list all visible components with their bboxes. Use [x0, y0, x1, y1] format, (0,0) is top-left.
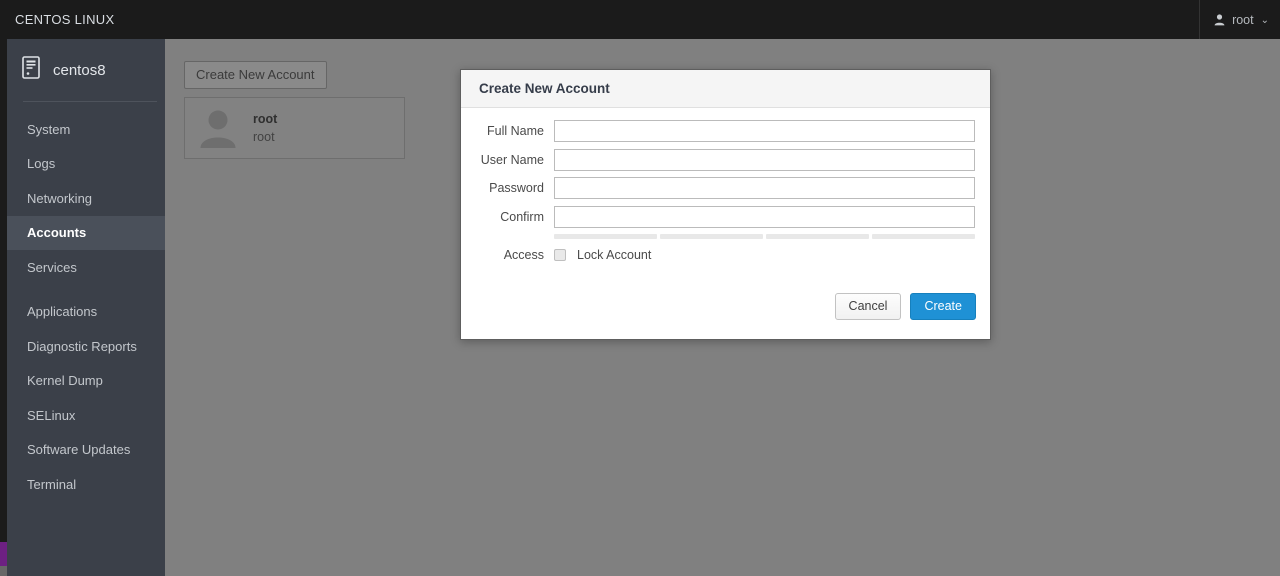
sidebar-item-selinux[interactable]: SELinux: [7, 398, 165, 433]
left-edge-strip: [0, 39, 7, 576]
user-menu[interactable]: root ⌄: [1199, 0, 1280, 39]
sidebar-nav: System Logs Networking Accounts Services Appl…: [7, 102, 165, 502]
sidebar-host[interactable]: centos8: [7, 39, 165, 101]
dialog-title: Create New Account: [479, 81, 610, 96]
create-button[interactable]: Create: [910, 293, 976, 321]
strength-segment: [766, 234, 869, 239]
sidebar-item-accounts[interactable]: Accounts: [7, 215, 165, 250]
lock-account-checkbox[interactable]: [554, 249, 566, 261]
form-row: Confirm: [461, 205, 975, 228]
top-bar: CENTOS LINUX root ⌄: [0, 0, 1280, 39]
sidebar-item-diagnostic-reports[interactable]: Diagnostic Reports: [7, 329, 165, 364]
dialog-footer: Cancel Create: [461, 262, 990, 339]
field-label: User Name: [480, 152, 544, 167]
password-strength-row: [461, 234, 975, 239]
password-strength-meter: [554, 234, 975, 239]
account-full-name: root: [253, 111, 278, 126]
account-card-root[interactable]: root root: [184, 97, 405, 159]
account-user-name: root: [253, 130, 275, 144]
accent-strip: [0, 542, 7, 566]
form-row: Full Name: [461, 120, 975, 142]
account-card-text: root root: [253, 110, 277, 146]
sidebar-item-terminal[interactable]: Terminal: [7, 467, 165, 502]
edge-bottom-strip: [0, 566, 7, 576]
sidebar: centos8 System Logs Networking Accounts Serv…: [7, 39, 165, 576]
confirm-input[interactable]: [554, 205, 975, 228]
dialog-form-fields: Full Name User Name Password Confirm: [461, 120, 975, 228]
dialog-body: Full Name User Name Password Confirm Access…: [461, 108, 990, 262]
user-menu-label: root: [1232, 12, 1254, 27]
sidebar-item-software-updates[interactable]: Software Updates: [7, 433, 165, 468]
dialog-header: Create New Account: [461, 70, 990, 108]
sidebar-item-kernel-dump[interactable]: Kernel Dump: [7, 364, 165, 399]
sidebar-item-services[interactable]: Services: [7, 250, 165, 285]
form-row: Password: [461, 177, 975, 199]
brand-title: CENTOS LINUX: [15, 12, 115, 27]
cancel-button[interactable]: Cancel: [834, 293, 902, 321]
sidebar-item-system[interactable]: System: [7, 112, 165, 147]
user-name-input[interactable]: [554, 148, 975, 171]
strength-segment: [554, 234, 657, 239]
chevron-down-icon: ⌄: [1260, 14, 1269, 26]
field-label: Full Name: [487, 124, 544, 138]
field-label: Confirm: [500, 209, 544, 224]
create-account-dialog: Create New Account Full Name User Name Pas…: [460, 69, 991, 340]
access-row: Access Lock Account: [461, 248, 975, 262]
sidebar-item-networking[interactable]: Networking: [7, 181, 165, 216]
sidebar-item-applications[interactable]: Applications: [7, 295, 165, 330]
full-name-input[interactable]: [554, 120, 975, 142]
strength-segment: [660, 234, 763, 239]
person-avatar-icon: [199, 108, 237, 148]
strength-segment: [872, 234, 975, 239]
lock-account-label[interactable]: Lock Account: [577, 248, 651, 262]
password-input[interactable]: [554, 177, 975, 199]
host-label: centos8: [53, 61, 106, 79]
sidebar-item-logs[interactable]: Logs: [7, 147, 165, 182]
server-icon: [22, 56, 40, 84]
form-row: User Name: [461, 148, 975, 171]
user-icon: [1214, 13, 1225, 26]
access-label: Access: [503, 248, 544, 262]
field-label: Password: [489, 181, 544, 195]
create-new-account-button[interactable]: Create New Account: [184, 61, 327, 89]
